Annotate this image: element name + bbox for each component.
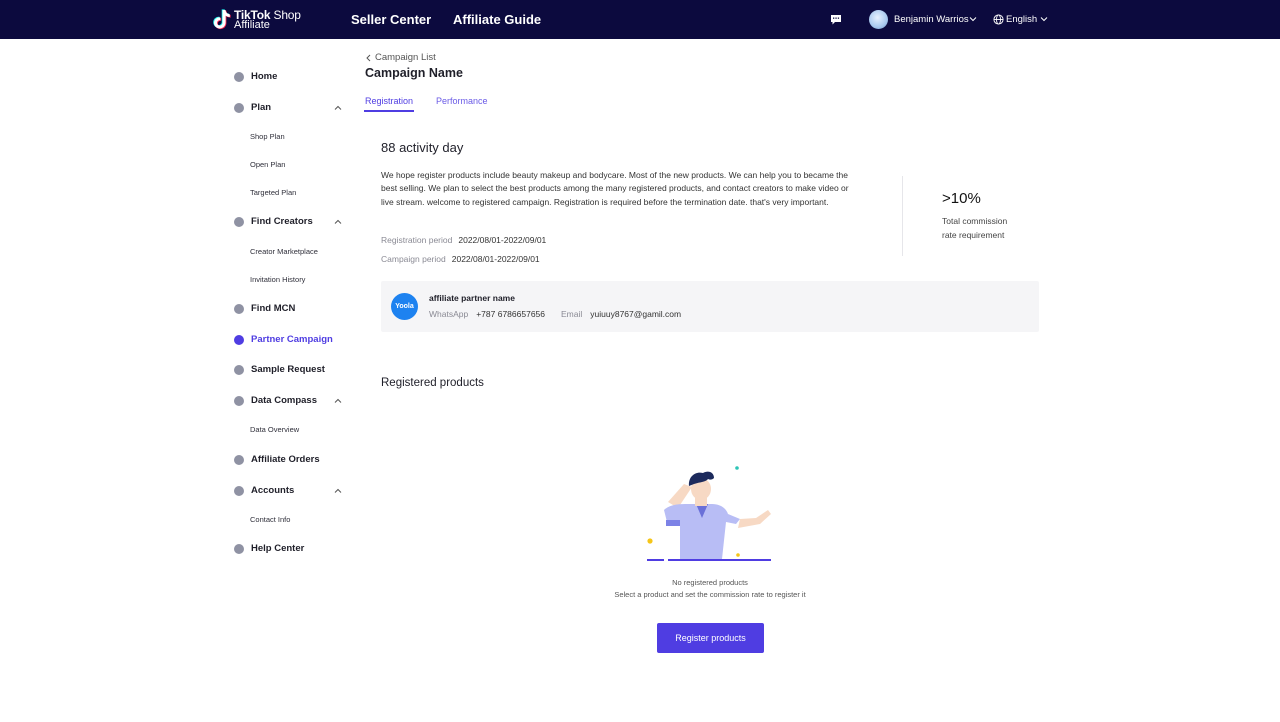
campaign-period-label: Campaign period — [381, 254, 446, 264]
active-tab-indicator — [364, 110, 414, 112]
empty-state-hint: Select a product and set the commission … — [614, 590, 806, 599]
sidebar: Home Plan Shop Plan Open Plan Targeted P… — [0, 39, 352, 722]
sidebar-item-partner-campaign[interactable]: Partner Campaign — [234, 334, 333, 345]
home-icon — [234, 71, 244, 82]
sidebar-item-label: Affiliate Orders — [251, 454, 320, 465]
logo-shop: Shop — [273, 7, 301, 22]
campaign-period-value: 2022/08/01-2022/09/01 — [451, 254, 540, 264]
empty-state-title: No registered products — [672, 578, 748, 587]
sidebar-item-plan[interactable]: Plan — [234, 102, 271, 113]
sidebar-item-label: Find Creators — [251, 216, 313, 227]
activity-description: We hope register products include beauty… — [381, 170, 849, 207]
mcn-icon — [234, 303, 244, 314]
sidebar-item-data-compass[interactable]: Data Compass — [234, 395, 317, 406]
sidebar-item-find-mcn[interactable]: Find MCN — [234, 303, 295, 314]
message-icon[interactable] — [830, 14, 842, 25]
sidebar-item-home[interactable]: Home — [234, 71, 277, 82]
commission-value: >10% — [942, 190, 981, 207]
sidebar-item-label: Plan — [251, 102, 272, 113]
tiktok-logo-icon — [213, 9, 231, 30]
activity-title: 88 activity day — [381, 140, 464, 155]
avatar[interactable] — [869, 10, 888, 29]
sidebar-subitem-data-overview[interactable]: Data Overview — [250, 425, 299, 434]
language-selector[interactable]: English — [1006, 14, 1037, 25]
sidebar-subitem-invitation-history[interactable]: Invitation History — [250, 275, 305, 284]
sidebar-item-affiliate-orders[interactable]: Affiliate Orders — [234, 454, 320, 465]
campaign-period: Campaign period 2022/08/01-2022/09/01 — [381, 254, 540, 264]
sidebar-item-sample-request[interactable]: Sample Request — [234, 364, 325, 375]
whatsapp-label: WhatsApp — [429, 309, 469, 319]
plan-icon — [234, 102, 244, 113]
sidebar-item-label: Partner Campaign — [251, 334, 333, 345]
sample-icon — [234, 364, 244, 375]
page-title: Campaign Name — [365, 66, 463, 80]
sidebar-item-label: Home — [251, 71, 278, 82]
partner-card: Yoola affiliate partner name WhatsApp +78… — [381, 281, 1039, 332]
sidebar-subitem-shop-plan[interactable]: Shop Plan — [250, 132, 285, 141]
sidebar-item-find-creators[interactable]: Find Creators — [234, 216, 313, 227]
sidebar-item-help-center[interactable]: Help Center — [234, 543, 304, 554]
sidebar-subitem-creator-marketplace[interactable]: Creator Marketplace — [250, 247, 318, 256]
top-bar: TikTok Shop Affiliate Seller Center Affi… — [0, 0, 1280, 39]
compass-icon — [234, 395, 244, 406]
orders-icon — [234, 454, 244, 465]
chevron-up-icon[interactable] — [334, 105, 342, 111]
help-icon — [234, 543, 244, 554]
sidebar-subitem-open-plan[interactable]: Open Plan — [250, 160, 285, 169]
registration-period-value: 2022/08/01-2022/09/01 — [458, 235, 547, 245]
email-value: yuiuuy8767@gamil.com — [590, 309, 682, 319]
registration-period-label: Registration period — [381, 235, 453, 245]
sidebar-item-label: Accounts — [251, 485, 295, 496]
sidebar-item-accounts[interactable]: Accounts — [234, 485, 294, 496]
sidebar-subitem-targeted-plan[interactable]: Targeted Plan — [250, 188, 296, 197]
chevron-left-icon — [366, 54, 371, 61]
partner-name: affiliate partner name — [429, 293, 515, 303]
empty-state-illustration — [647, 466, 771, 561]
user-name[interactable]: Benjamin Warrios — [894, 14, 969, 25]
whatsapp-value: +787 6786657656 — [476, 309, 545, 319]
tiktok-shop-affiliate-logo[interactable]: TikTok Shop Affiliate — [213, 9, 301, 30]
sidebar-item-label: Help Center — [251, 543, 305, 554]
commission-label: Total commission rate requirement — [942, 216, 1008, 240]
sidebar-item-label: Data Compass — [251, 395, 317, 406]
chevron-up-icon[interactable] — [334, 219, 342, 225]
campaign-icon — [234, 334, 244, 345]
chevron-up-icon[interactable] — [334, 398, 342, 404]
nav-affiliate-guide[interactable]: Affiliate Guide — [453, 12, 541, 27]
nav-seller-center[interactable]: Seller Center — [351, 12, 431, 27]
vertical-divider — [902, 176, 903, 256]
sidebar-item-label: Sample Request — [251, 364, 325, 375]
registered-products-title: Registered products — [381, 377, 484, 389]
accounts-icon — [234, 485, 244, 496]
registration-period: Registration period 2022/08/01-2022/09/01 — [381, 235, 546, 245]
chevron-down-icon[interactable] — [1040, 16, 1048, 22]
globe-icon[interactable] — [993, 14, 1004, 25]
breadcrumb-campaign-list[interactable]: Campaign List — [375, 52, 436, 63]
partner-logo: Yoola — [391, 293, 418, 320]
sidebar-subitem-contact-info[interactable]: Contact Info — [250, 515, 290, 524]
breadcrumb[interactable]: Campaign List — [366, 52, 436, 63]
register-products-button[interactable]: Register products — [657, 623, 764, 653]
logo-wordmark: TikTok Shop Affiliate — [234, 7, 301, 31]
sidebar-item-label: Find MCN — [251, 303, 296, 314]
chevron-up-icon[interactable] — [334, 488, 342, 494]
creators-icon — [234, 216, 244, 227]
email-label: Email — [561, 309, 583, 319]
partner-contact: WhatsApp +787 6786657656 Email yuiuuy8767@g… — [429, 309, 681, 319]
chevron-down-icon[interactable] — [969, 16, 977, 22]
tab-performance[interactable]: Performance — [436, 96, 488, 106]
tab-registration[interactable]: Registration — [365, 96, 413, 106]
